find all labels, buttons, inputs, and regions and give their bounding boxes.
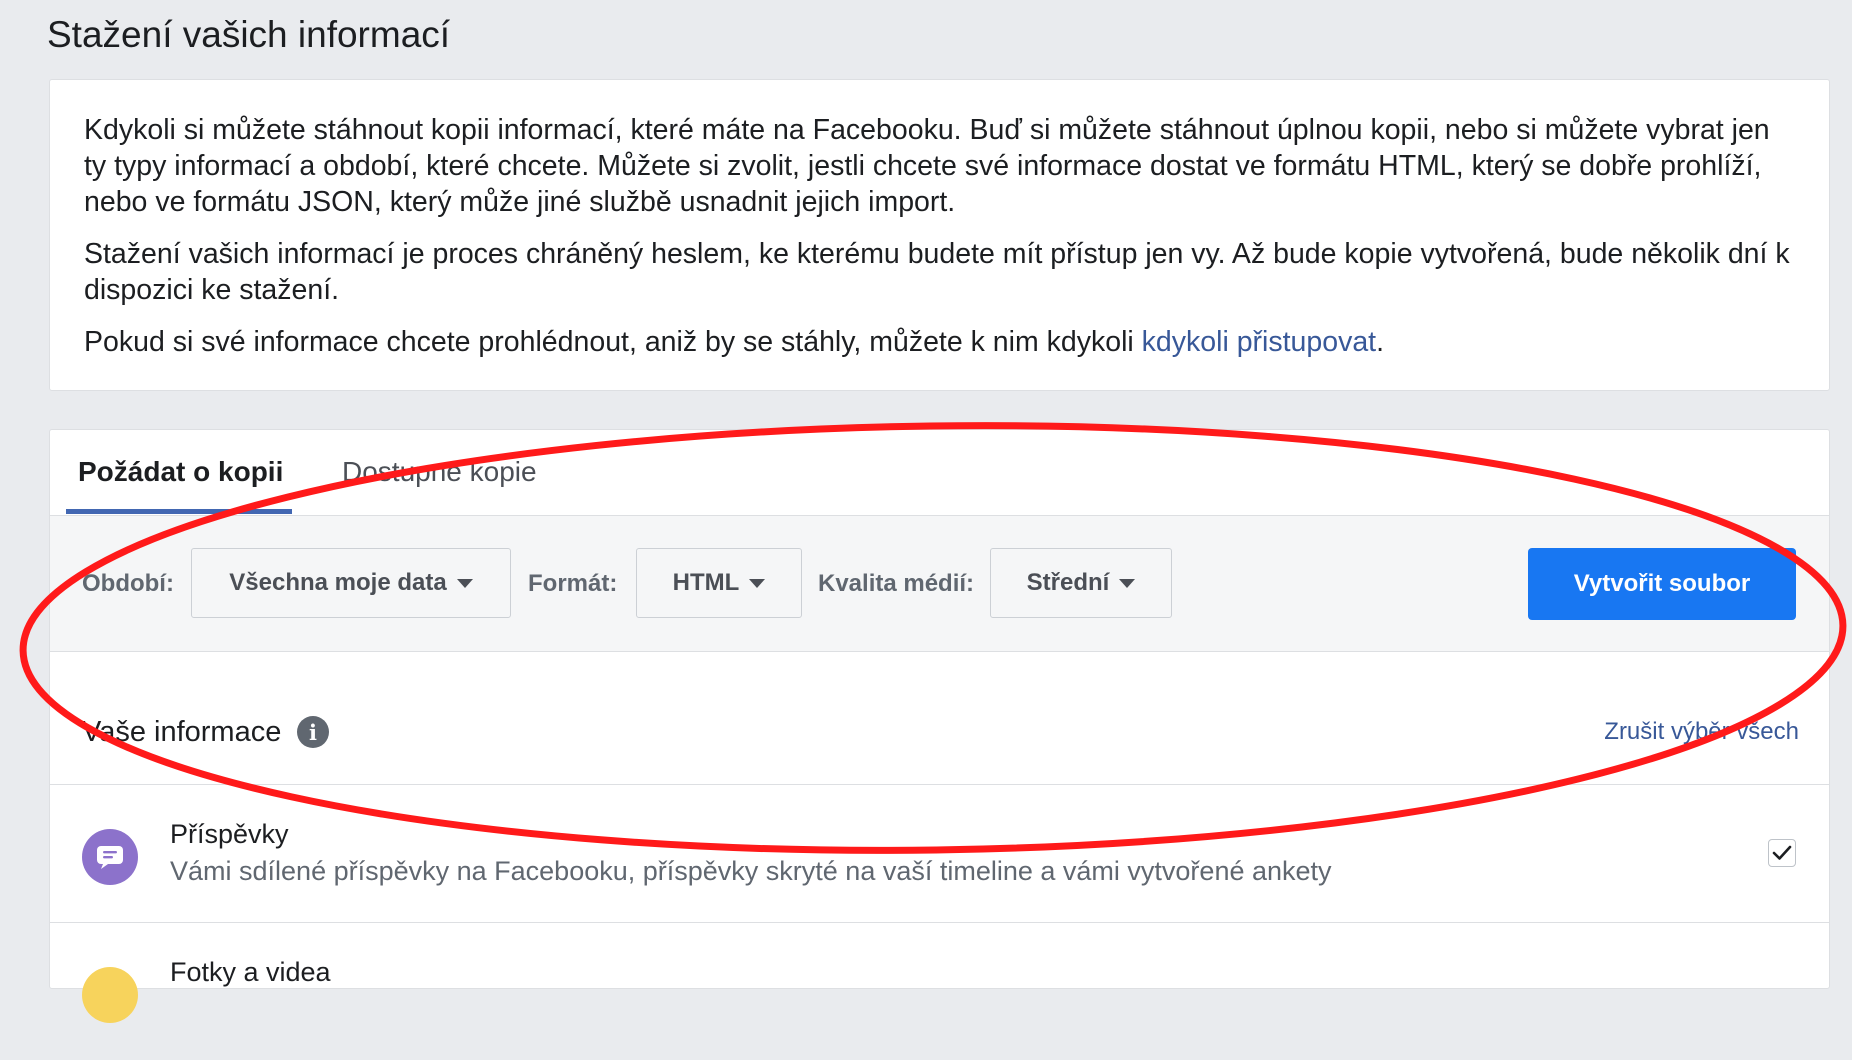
tab-request-copy[interactable]: Požádat o kopii (78, 456, 283, 488)
intro-paragraph-3-text: Pokud si své informace chcete prohlédnou… (84, 326, 1142, 358)
chevron-down-icon (1119, 578, 1136, 588)
period-dropdown[interactable]: Všechna moje data (191, 548, 511, 618)
tab-bar: Požádat o kopii Dostupné kopie (50, 430, 1829, 516)
category-description: Vámi sdílené příspěvky na Facebooku, pří… (170, 856, 1332, 886)
request-copy-card: Požádat o kopii Dostupné kopie Období: V… (49, 429, 1830, 1023)
period-value: Všechna moje data (229, 569, 447, 596)
media-quality-value: Střední (1026, 569, 1110, 596)
intro-paragraph-3: Pokud si své informace chcete prohlédnou… (84, 324, 1795, 360)
category-title: Fotky a videa (170, 957, 331, 987)
intro-card: Kdykoli si můžete stáhnout kopii informa… (49, 79, 1830, 391)
intro-paragraph-2: Stažení vašich informací je proces chrán… (84, 238, 1790, 306)
format-dropdown[interactable]: HTML (636, 548, 802, 618)
category-title: Příspěvky (170, 819, 289, 849)
intro-paragraph-3-end: . (1376, 326, 1385, 358)
chevron-down-icon (749, 578, 766, 588)
info-icon[interactable]: i (297, 716, 329, 748)
tab-available-copies[interactable]: Dostupné kopie (342, 456, 537, 488)
deselect-all-link[interactable]: Zrušit výběr všech (1604, 718, 1799, 746)
media-quality-dropdown[interactable]: Střední (990, 548, 1172, 618)
active-tab-indicator (66, 509, 292, 514)
category-row-photos[interactable]: Fotky a videa (50, 923, 1829, 1060)
access-anytime-link[interactable]: kdykoli přistupovat (1142, 326, 1376, 358)
format-value: HTML (672, 569, 740, 596)
category-row-posts[interactable]: Příspěvky Vámi sdílené příspěvky na Face… (50, 785, 1829, 923)
posts-icon (82, 829, 138, 885)
photos-icon (82, 967, 138, 1023)
options-bar: Období: Všechna moje data Formát: HTML K… (50, 516, 1829, 652)
create-file-button[interactable]: Vytvořit soubor (1528, 548, 1796, 620)
page-title: Stažení vašich informací (47, 14, 451, 55)
intro-paragraph-1: Kdykoli si můžete stáhnout kopii informa… (84, 114, 1770, 218)
chevron-down-icon (456, 578, 473, 588)
media-quality-label: Kvalita médií: (818, 570, 975, 597)
period-label: Období: (82, 570, 174, 597)
format-label: Formát: (528, 570, 618, 597)
your-information-title: Vaše informace (82, 716, 282, 748)
category-checkbox[interactable] (1768, 839, 1796, 867)
checkmark-icon (1772, 845, 1792, 860)
your-information-header: Vaše informace i Zrušit výběr všech (50, 688, 1829, 785)
